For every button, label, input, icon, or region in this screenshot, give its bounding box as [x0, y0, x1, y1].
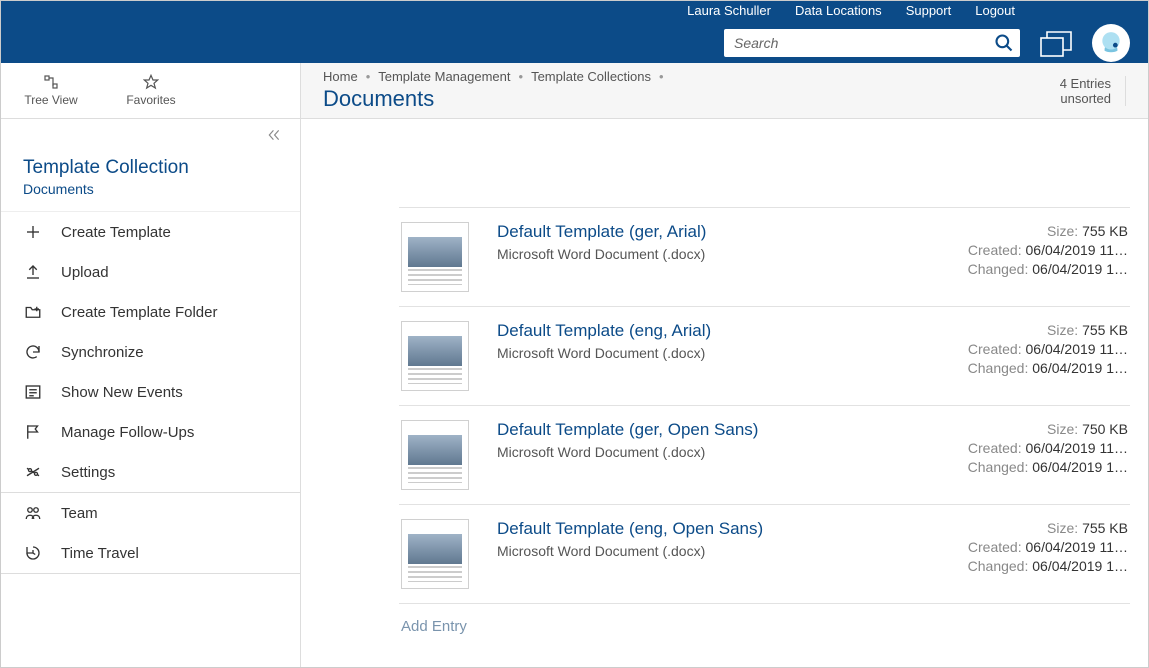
- sort-state: unsorted: [1060, 91, 1111, 106]
- breadcrumb-template-collections[interactable]: Template Collections: [531, 69, 651, 84]
- flag-icon: [24, 423, 42, 441]
- entry-count-value: 4 Entries: [1060, 76, 1111, 91]
- settings-action[interactable]: Settings: [1, 452, 300, 492]
- search-wrap: [724, 29, 1020, 57]
- star-icon: [143, 74, 159, 90]
- topbar: Laura Schuller Data Locations Support Lo…: [1, 1, 1148, 63]
- plus-icon: [24, 223, 42, 241]
- document-row[interactable]: Default Template (eng, Open Sans) Micros…: [399, 504, 1130, 603]
- breadcrumb: Home • Template Management • Template Co…: [323, 69, 664, 84]
- breadcrumb-template-management[interactable]: Template Management: [378, 69, 510, 84]
- timetravel-icon: [24, 544, 42, 562]
- action-label: Synchronize: [61, 344, 144, 361]
- create-template-folder-action[interactable]: Create Template Folder: [1, 292, 300, 332]
- breadcrumb-home[interactable]: Home: [323, 69, 358, 84]
- tab-favorites-label: Favorites: [126, 93, 175, 107]
- document-row[interactable]: Default Template (eng, Arial) Microsoft …: [399, 306, 1130, 405]
- action-label: Create Template Folder: [61, 304, 217, 321]
- sync-icon: [24, 343, 42, 361]
- action-label: Manage Follow-Ups: [61, 424, 194, 441]
- collapse-sidebar[interactable]: [1, 119, 300, 151]
- chevron-double-left-icon: [266, 128, 282, 142]
- sidebar: Tree View Favorites Template Collection …: [1, 63, 301, 667]
- document-list: Default Template (ger, Arial) Microsoft …: [301, 119, 1148, 667]
- windows-icon[interactable]: [1040, 31, 1072, 55]
- document-row[interactable]: Default Template (ger, Arial) Microsoft …: [399, 207, 1130, 306]
- document-meta: Size: 755 KB Created: 06/04/2019 11… Cha…: [960, 222, 1128, 279]
- topbar-links: Laura Schuller Data Locations Support Lo…: [687, 3, 1130, 18]
- document-thumbnail: [401, 222, 469, 292]
- news-icon: [24, 383, 42, 401]
- document-subtitle: Microsoft Word Document (.docx): [497, 444, 932, 460]
- action-label: Show New Events: [61, 384, 183, 401]
- document-meta: Size: 755 KB Created: 06/04/2019 11… Cha…: [960, 519, 1128, 576]
- search-icon[interactable]: [994, 33, 1014, 53]
- tab-favorites[interactable]: Favorites: [101, 74, 201, 107]
- document-thumbnail: [401, 321, 469, 391]
- document-subtitle: Microsoft Word Document (.docx): [497, 246, 932, 262]
- document-row[interactable]: Default Template (ger, Open Sans) Micros…: [399, 405, 1130, 504]
- document-title[interactable]: Default Template (ger, Arial): [497, 222, 932, 242]
- document-meta: Size: 755 KB Created: 06/04/2019 11… Cha…: [960, 321, 1128, 378]
- document-title[interactable]: Default Template (ger, Open Sans): [497, 420, 932, 440]
- document-title[interactable]: Default Template (eng, Arial): [497, 321, 932, 341]
- timetravel-action[interactable]: Time Travel: [1, 533, 300, 573]
- action-label: Settings: [61, 464, 115, 481]
- sidebar-title: Template Collection: [23, 157, 278, 179]
- user-name-link[interactable]: Laura Schuller: [687, 3, 771, 18]
- document-subtitle: Microsoft Word Document (.docx): [497, 543, 932, 559]
- add-entry-button[interactable]: Add Entry: [399, 603, 1130, 649]
- action-label: Time Travel: [61, 545, 139, 562]
- show-events-action[interactable]: Show New Events: [1, 372, 300, 412]
- document-thumbnail: [401, 519, 469, 589]
- logout-link[interactable]: Logout: [975, 3, 1015, 18]
- upload-action[interactable]: Upload: [1, 252, 300, 292]
- sidebar-subtitle: Documents: [23, 181, 278, 197]
- entry-count: 4 Entries unsorted: [1060, 76, 1126, 106]
- action-label: Team: [61, 505, 98, 522]
- data-locations-link[interactable]: Data Locations: [795, 3, 882, 18]
- support-link[interactable]: Support: [906, 3, 952, 18]
- sidebar-title-block: Template Collection Documents: [1, 151, 300, 211]
- manage-followups-action[interactable]: Manage Follow-Ups: [1, 412, 300, 452]
- team-icon: [24, 504, 42, 522]
- synchronize-action[interactable]: Synchronize: [1, 332, 300, 372]
- create-template-action[interactable]: Create Template: [1, 212, 300, 252]
- avatar[interactable]: [1092, 24, 1130, 62]
- document-thumbnail: [401, 420, 469, 490]
- settings-icon: [24, 463, 42, 481]
- tree-view-icon: [43, 74, 59, 90]
- document-subtitle: Microsoft Word Document (.docx): [497, 345, 932, 361]
- action-label: Create Template: [61, 224, 171, 241]
- sidebar-tabs: Tree View Favorites: [1, 63, 300, 119]
- tab-tree-view[interactable]: Tree View: [1, 74, 101, 107]
- folder-plus-icon: [24, 303, 42, 321]
- upload-icon: [24, 263, 42, 281]
- main-header: Home • Template Management • Template Co…: [301, 63, 1148, 119]
- search-input[interactable]: [724, 29, 1020, 57]
- tab-tree-view-label: Tree View: [24, 93, 77, 107]
- action-label: Upload: [61, 264, 109, 281]
- document-title[interactable]: Default Template (eng, Open Sans): [497, 519, 932, 539]
- document-meta: Size: 750 KB Created: 06/04/2019 11… Cha…: [960, 420, 1128, 477]
- page-title: Documents: [323, 86, 664, 112]
- main-panel: Home • Template Management • Template Co…: [301, 63, 1148, 667]
- team-action[interactable]: Team: [1, 493, 300, 533]
